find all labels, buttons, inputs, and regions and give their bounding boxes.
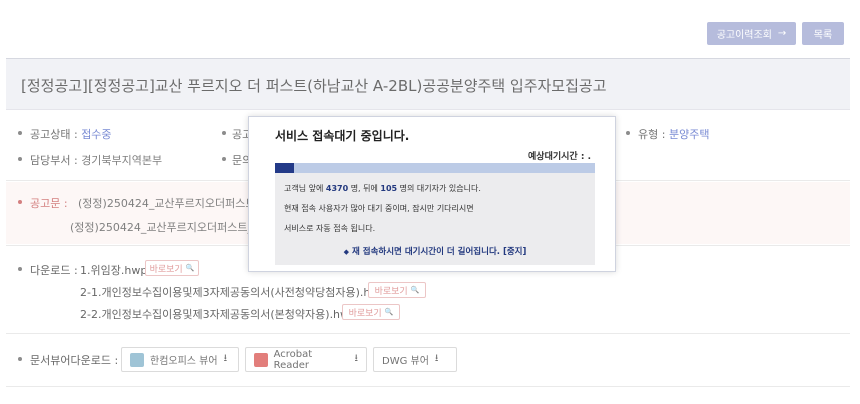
modal-title: 서비스 접속대기 중입니다. [275,129,410,143]
queue-text-post: 명의 대기자가 있습니다. [397,184,481,193]
estimated-wait-label: 예상대기시간 : . [528,152,591,162]
waiting-queue-modal: 서비스 접속대기 중입니다. 예상대기시간 : . 고객님 앞에 4370 명,… [248,116,616,272]
stop-waiting-link[interactable]: ◆ 재 접속하시면 대기시간이 더 길어집니다. [중지] [275,245,595,257]
modal-message-2: 서비스로 자동 접속 됩니다. [284,224,376,233]
queue-text-pre: 고객님 앞에 [284,184,326,193]
queue-count-text: 고객님 앞에 4370 명, 뒤에 105 명의 대기자가 있습니다. [284,183,481,194]
queue-behind-count: 105 [380,184,398,193]
queue-progress-bar [275,163,595,173]
stop-waiting-text: 재 접속하시면 대기시간이 더 길어집니다. [중지] [351,247,527,257]
queue-progress-fill [275,163,295,173]
modal-message-box: 고객님 앞에 4370 명, 뒤에 105 명의 대기자가 있습니다. 현재 접… [275,173,595,265]
queue-text-mid: 명, 뒤에 [348,184,381,193]
queue-ahead-count: 4370 [325,184,349,193]
diamond-icon: ◆ [343,248,350,256]
modal-message-1: 현재 접속 사용자가 많아 대기 중이며, 잠시만 기다리시면 [284,204,474,213]
